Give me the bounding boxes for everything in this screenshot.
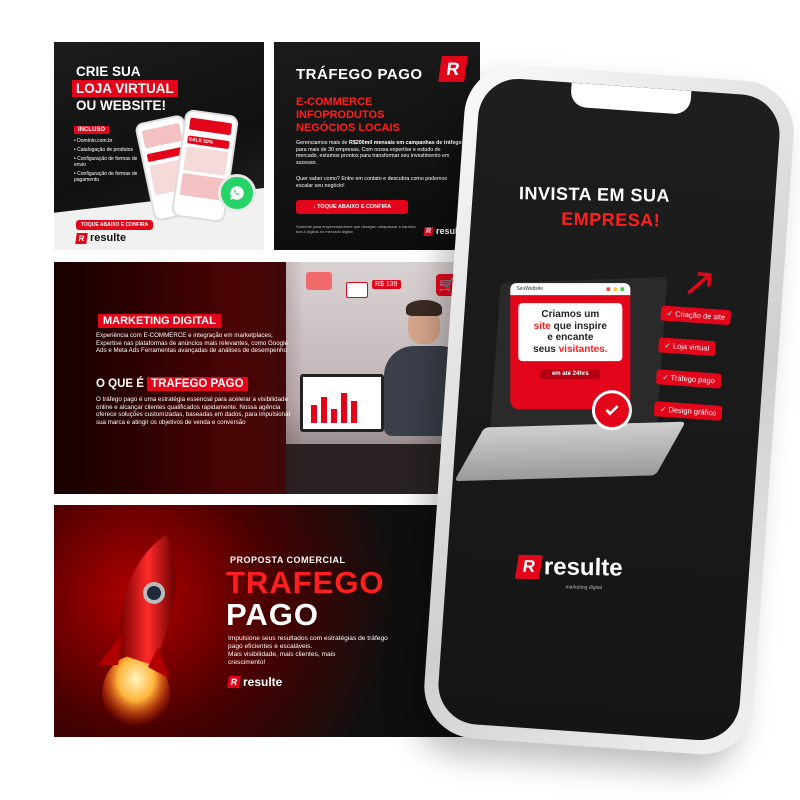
card1-title-line3: OU WEBSITE! [76, 98, 166, 113]
post-card-loja-virtual: CRIE SUA LOJA VIRTUAL OU WEBSITE! INCLUS… [54, 42, 264, 250]
deadline-badge: em até 24hrs [540, 369, 601, 380]
laptop-screen [300, 374, 384, 432]
card3-paragraph2: O tráfego pago é uma estratégia essencia… [96, 396, 291, 426]
included-label: INCLUSO [74, 126, 109, 134]
card4-logo: R resulte [227, 675, 282, 689]
marketing-digital-label: MARKETING DIGITAL [98, 314, 221, 328]
card1-title-line2: LOJA VIRTUAL [72, 80, 178, 97]
resulte-logo-icon: R [75, 232, 88, 244]
card4-paragraph1: Impulsione seus resultados com estratégi… [228, 635, 388, 650]
phone-logo: R resulte [514, 553, 623, 583]
card2-paragraph2: Quer saber como? Entre em contato e desc… [296, 176, 448, 189]
card1-logo: R resulte [75, 232, 126, 244]
card2-title: TRÁFEGO PAGO [296, 66, 423, 83]
window-label: SeuWebsite [516, 286, 544, 293]
service-item[interactable]: ✓ Loja virtual [658, 337, 716, 357]
card4-title-line1: TRAFEGO [226, 565, 385, 600]
resulte-logo-icon: R [227, 676, 241, 688]
included-item: • Domínio.com.br [74, 138, 113, 144]
service-item[interactable]: ✓ Criação de site [660, 305, 732, 326]
person-hair [406, 300, 442, 316]
post-card-trafego-pago: R TRÁFEGO PAGO E-COMMERCE INFOPRODUTOS N… [274, 42, 480, 250]
logo-tagline: marketing digital [565, 584, 602, 591]
arrow-up-right-icon [684, 267, 716, 304]
card2-footnote: Somente para empreendedores que desejam … [296, 224, 416, 234]
phone-screen: INVISTA EM SUA EMPRESA! SeuWebsite Criam… [435, 76, 783, 743]
card2-cta-button[interactable]: ↓ TOQUE ABAIXO E CONFIRA [296, 200, 408, 214]
rocket-illustration [98, 535, 176, 735]
service-item[interactable]: ✓ Tráfego pago [655, 369, 722, 389]
included-item: • Configuração de formas de pagamento [74, 171, 138, 183]
card3-paragraph1: Experiência com E-COMMERCE e integração … [96, 332, 288, 355]
banner-marketing-digital: R$ 139 🛒 MARKETING DIGITAL Experiência c… [54, 262, 480, 494]
card1-cta-button[interactable]: TOQUE ABAIXO E CONFIRA [76, 220, 154, 230]
included-item: • Configuração de formas de envio [74, 156, 138, 168]
service-item[interactable]: ✓ Design gráfico [653, 401, 723, 421]
banner-proposta-comercial: PROPOSTA COMERCIAL TRAFEGO PAGO Impulsio… [54, 505, 480, 737]
included-item: • Catalogação de produtos [74, 147, 134, 153]
phone-title-line1: INVISTA EM SUA [518, 183, 671, 206]
included-list: • Domínio.com.br • Catalogação de produt… [74, 138, 138, 183]
resulte-logo-icon: R [438, 56, 468, 82]
resulte-logo-icon: R [514, 554, 543, 580]
card4-title-line2: PAGO [226, 597, 319, 632]
card1-title-line1: CRIE SUA [76, 64, 141, 79]
card2-paragraph1: Gerenciamos mais de R$200mil mensais em … [296, 140, 462, 166]
card2-subtitles: E-COMMERCE INFOPRODUTOS NEGÓCIOS LOCAIS [296, 96, 400, 134]
phone-title-line2: EMPRESA! [561, 208, 661, 231]
laptop-keyboard [454, 421, 686, 482]
card4-paragraph2: Mais visibilidade, mais clientes, mais c… [228, 651, 336, 666]
resulte-logo-icon: R [423, 226, 434, 236]
phone-mockup: INVISTA EM SUA EMPRESA! SeuWebsite Criam… [420, 61, 798, 758]
whatsapp-icon[interactable] [218, 174, 256, 212]
what-is-label: O QUE É TRAFEGO PAGO [96, 377, 248, 391]
price-tag: R$ 139 [372, 280, 401, 289]
phone-notch [570, 82, 692, 115]
proposta-label: PROPOSTA COMERCIAL [230, 555, 346, 565]
pitch-card: Criamos um site que inspire e encante se… [518, 303, 623, 362]
